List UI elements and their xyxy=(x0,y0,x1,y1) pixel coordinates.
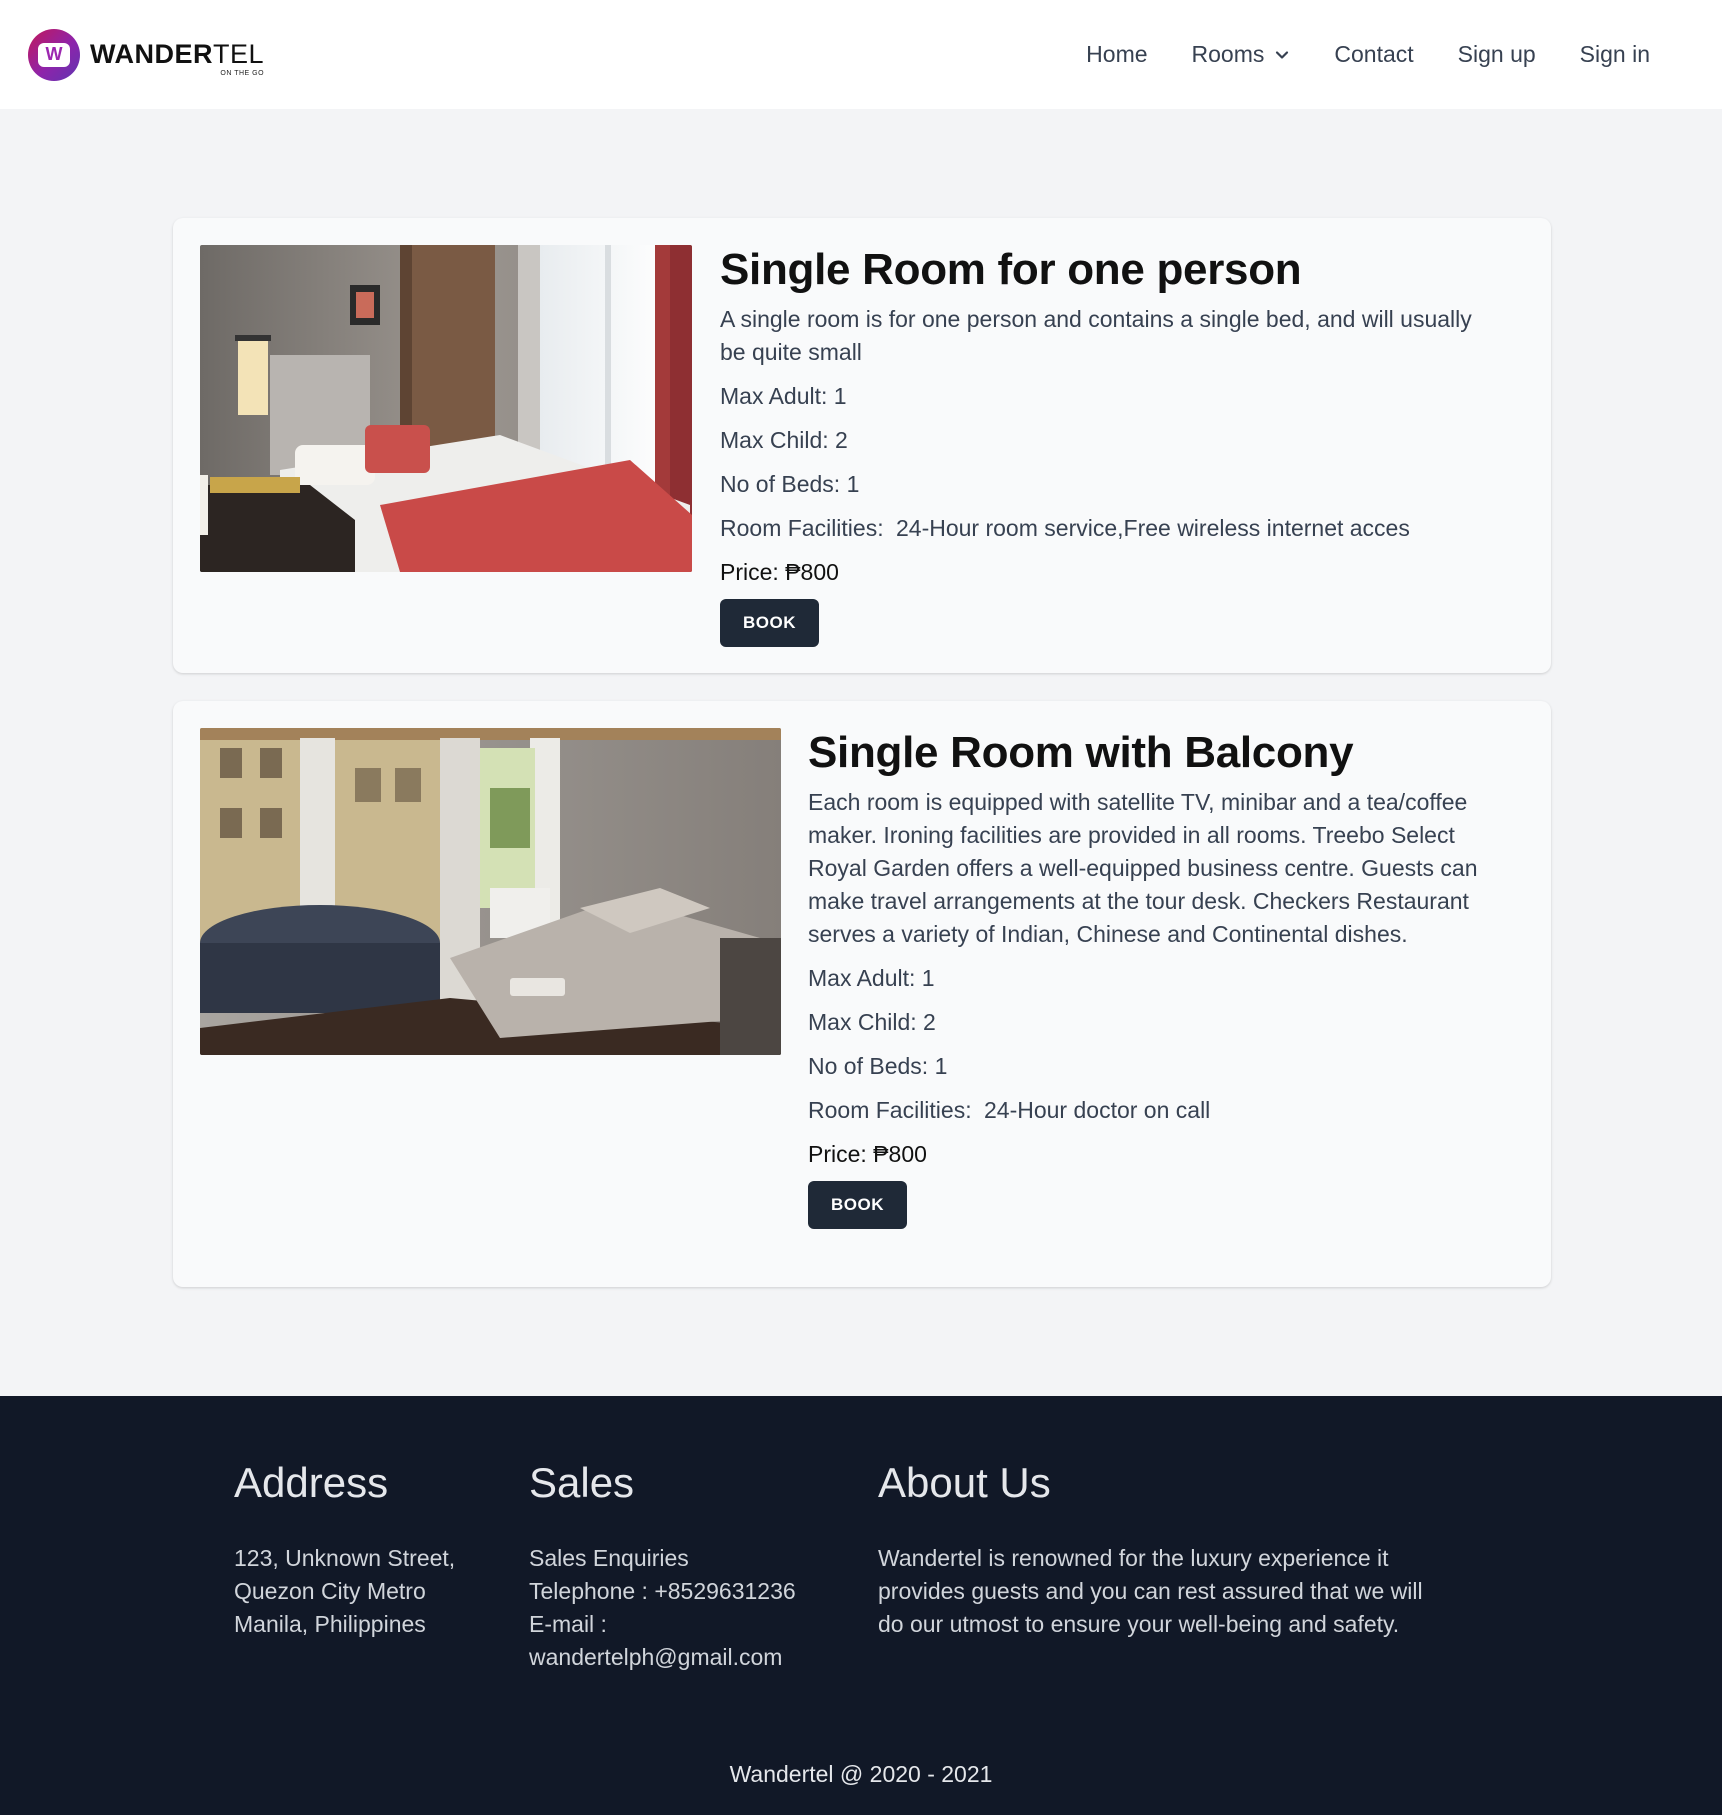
room-facilities-label: Room Facilities: xyxy=(808,1096,972,1123)
footer-sales-line: E-mail : xyxy=(529,1611,607,1638)
footer-sales-heading: Sales xyxy=(529,1459,635,1506)
brand[interactable]: W WANDERTEL ON THE GO xyxy=(28,28,264,81)
site-footer: Address 123, Unknown Street, Quezon City… xyxy=(0,1396,1722,1815)
footer-about-heading: About Us xyxy=(878,1459,1051,1506)
footer-about-line: Wandertel is renowned for the luxury exp… xyxy=(878,1545,1389,1572)
brand-text: WANDERTEL ON THE GO xyxy=(90,41,264,78)
room-price: Price: ₱800 xyxy=(720,558,839,585)
book-button[interactable]: BOOK xyxy=(720,598,819,647)
room-price: Price: ₱800 xyxy=(808,1140,927,1167)
brand-logo-icon: W xyxy=(28,28,80,81)
brand-name-bold: WANDER xyxy=(90,39,213,69)
nav-contact-label: Contact xyxy=(1334,41,1414,67)
room-beds: No of Beds: 1 xyxy=(808,1052,948,1079)
chevron-down-icon xyxy=(1276,50,1289,59)
site-header: W WANDERTEL ON THE GO Home Rooms Contact… xyxy=(0,0,1722,109)
footer-about-line: do our utmost to ensure your well-being … xyxy=(878,1611,1400,1638)
footer-about: About Us Wandertel is renowned for the l… xyxy=(878,1458,1488,1641)
brand-name-light: TEL xyxy=(213,39,265,69)
footer-sales-email: wandertelph@gmail.com xyxy=(529,1644,783,1671)
balcony-room-photo-image xyxy=(200,728,781,1055)
room-max-adult: Max Adult: 1 xyxy=(808,964,935,991)
footer-address-line: Manila, Philippines xyxy=(234,1611,426,1638)
footer-copyright: Wandertel @ 2020 - 2021 xyxy=(729,1761,993,1787)
room-photo xyxy=(200,728,781,1055)
room-card: Single Room for one person A single room… xyxy=(173,218,1551,673)
book-button[interactable]: BOOK xyxy=(808,1180,907,1229)
room-photo xyxy=(200,245,692,572)
nav-home-label: Home xyxy=(1086,41,1148,67)
footer-sales-phone: Telephone : +8529631236 xyxy=(529,1578,796,1605)
footer-about-text: Wandertel is renowned for the luxury exp… xyxy=(878,1542,1488,1641)
nav-signin-link[interactable]: Sign in xyxy=(1580,41,1650,68)
brand-name: WANDERTEL xyxy=(90,41,264,68)
room-details: Single Room for one person A single room… xyxy=(720,244,1501,647)
bedroom-photo-image xyxy=(200,245,692,572)
footer-address-heading: Address xyxy=(234,1459,389,1506)
nav-contact-link[interactable]: Contact xyxy=(1334,41,1413,68)
room-max-adult: Max Adult: 1 xyxy=(720,382,847,409)
nav-home-link[interactable]: Home xyxy=(1086,41,1147,68)
footer-sales-text: Sales Enquiries Telephone : +8529631236 … xyxy=(529,1542,829,1674)
room-facilities-value: 24-Hour room service,Free wireless inter… xyxy=(896,514,1410,541)
footer-sales-line: Sales Enquiries xyxy=(529,1545,689,1572)
room-description: A single room is for one person and cont… xyxy=(720,305,1472,365)
room-title: Single Room with Balcony xyxy=(808,728,1354,777)
footer-address-line: Quezon City Metro xyxy=(234,1578,426,1605)
room-card: Single Room with Balcony Each room is eq… xyxy=(173,701,1551,1287)
room-details: Single Room with Balcony Each room is eq… xyxy=(808,727,1501,1229)
nav-rooms-dropdown[interactable]: Rooms xyxy=(1192,41,1291,68)
footer-address-text: 123, Unknown Street, Quezon City Metro M… xyxy=(234,1542,494,1641)
nav-signin-label: Sign in xyxy=(1579,41,1650,67)
brand-tagline: ON THE GO xyxy=(220,70,265,77)
room-facilities-value: 24-Hour doctor on call xyxy=(984,1096,1211,1123)
room-description: Each room is equipped with satellite TV,… xyxy=(808,788,1478,947)
brand-logo-letter: W xyxy=(38,42,70,67)
footer-address: Address 123, Unknown Street, Quezon City… xyxy=(234,1458,494,1641)
footer-about-line: provides guests and you can rest assured… xyxy=(878,1578,1423,1605)
room-beds: No of Beds: 1 xyxy=(720,470,860,497)
nav-rooms-label: Rooms xyxy=(1191,41,1265,67)
footer-address-line: 123, Unknown Street, xyxy=(234,1545,456,1572)
room-title: Single Room for one person xyxy=(720,245,1302,294)
room-max-child: Max Child: 2 xyxy=(720,426,848,453)
room-facilities-label: Room Facilities: xyxy=(720,514,884,541)
nav-signup-link[interactable]: Sign up xyxy=(1458,41,1536,68)
room-facilities: Room Facilities: 24-Hour room service,Fr… xyxy=(720,512,1501,545)
room-max-child: Max Child: 2 xyxy=(808,1008,936,1035)
footer-sales: Sales Sales Enquiries Telephone : +85296… xyxy=(529,1458,829,1674)
room-facilities: Room Facilities: 24-Hour doctor on call xyxy=(808,1094,1501,1127)
nav-signup-label: Sign up xyxy=(1457,41,1536,67)
main-nav: Home Rooms Contact Sign up Sign in xyxy=(1086,41,1650,68)
